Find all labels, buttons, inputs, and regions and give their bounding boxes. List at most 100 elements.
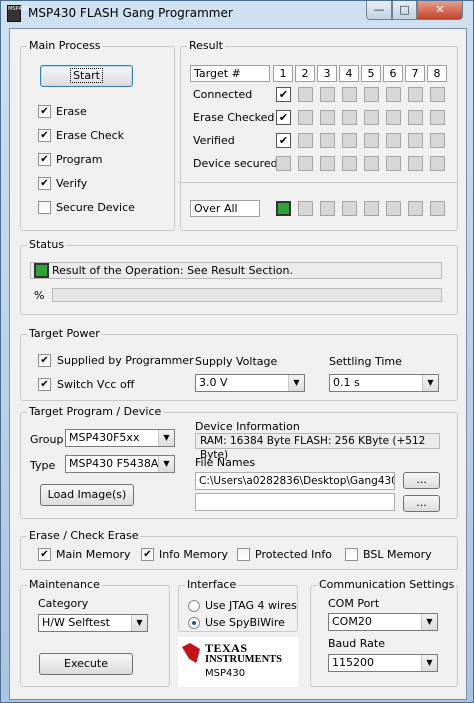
logo-line-2: INSTRUMENTS xyxy=(205,654,283,665)
maximize-icon: □ xyxy=(399,3,410,16)
chevron-down-icon: ▼ xyxy=(158,456,174,472)
app-window: MSP430 MSP430 FLASH Gang Programmer — □ … xyxy=(0,0,474,703)
chevron-down-icon: ▼ xyxy=(422,375,438,391)
result-cell xyxy=(430,156,445,171)
check-icon: ✔ xyxy=(40,178,49,189)
result-row-label: Connected xyxy=(193,88,253,101)
erase-check-option-checkbox[interactable]: ✔ xyxy=(141,548,154,561)
erase-check-option-checkbox[interactable]: ✔ xyxy=(38,548,51,561)
title-bar[interactable]: MSP430 MSP430 FLASH Gang Programmer — □ … xyxy=(1,1,473,27)
erase-check-option-checkbox[interactable] xyxy=(237,548,250,561)
file-name-2-input[interactable] xyxy=(195,493,395,511)
over-all-cell xyxy=(408,201,423,216)
switch-vcc-off-label: Switch Vcc off xyxy=(57,378,135,391)
main-process-option-checkbox[interactable] xyxy=(38,201,51,214)
over-all-cell xyxy=(430,201,445,216)
result-row-label: Verified xyxy=(193,134,235,147)
type-select[interactable]: MSP430 F5438A ▼ xyxy=(65,455,175,473)
progress-percent-label: % xyxy=(34,289,45,302)
check-icon: ✔ xyxy=(40,355,49,366)
main-process-title: Main Process xyxy=(27,39,103,52)
group-select[interactable]: MSP430F5xx ▼ xyxy=(65,429,175,447)
texas-instruments-logo: TEXAS INSTRUMENTS MSP430 xyxy=(178,637,298,687)
supply-voltage-select[interactable]: 3.0 V ▼ xyxy=(195,374,305,392)
minimize-icon: — xyxy=(373,3,385,16)
erase-check-option-checkbox[interactable] xyxy=(345,548,358,561)
close-button[interactable]: ✕ xyxy=(417,1,463,20)
jtag-radio[interactable] xyxy=(188,600,200,612)
chevron-down-icon: ▼ xyxy=(421,655,437,671)
ti-logo-icon xyxy=(182,643,200,663)
start-button[interactable]: Start xyxy=(40,65,133,87)
main-process-option-checkbox[interactable]: ✔ xyxy=(38,105,51,118)
result-row-label: Erase Checked xyxy=(193,111,275,124)
type-value: MSP430 F5438A xyxy=(69,457,159,470)
result-cell: ✔ xyxy=(276,87,291,102)
com-port-select[interactable]: COM20 ▼ xyxy=(328,613,438,631)
result-cell: ✔ xyxy=(276,133,291,148)
result-cell xyxy=(430,133,445,148)
file-names-label: File Names xyxy=(195,456,256,469)
result-cell xyxy=(364,87,379,102)
result-cell xyxy=(364,133,379,148)
status-message: Result of the Operation: See Result Sect… xyxy=(52,264,293,277)
over-all-cell xyxy=(364,201,379,216)
erase-check-option-label: BSL Memory xyxy=(363,548,432,561)
jtag-label: Use JTAG 4 wires xyxy=(205,599,297,612)
result-cell xyxy=(320,156,335,171)
target-number: 4 xyxy=(339,65,359,82)
target-number: 5 xyxy=(361,65,381,82)
switch-vcc-off-checkbox[interactable]: ✔ xyxy=(38,378,51,391)
result-cell xyxy=(408,110,423,125)
main-process-option-label: Verify xyxy=(56,177,88,190)
browse-file-1-button[interactable]: ... xyxy=(403,472,440,489)
result-cell xyxy=(386,110,401,125)
supplied-by-programmer-checkbox[interactable]: ✔ xyxy=(38,354,51,367)
result-title: Result xyxy=(187,39,225,52)
main-process-option-checkbox[interactable]: ✔ xyxy=(38,177,51,190)
result-cell xyxy=(408,133,423,148)
execute-button[interactable]: Execute xyxy=(39,653,133,675)
baud-rate-value: 115200 xyxy=(332,656,374,669)
status-pass-indicator xyxy=(34,263,49,278)
erase-check-option-label: Main Memory xyxy=(56,548,131,561)
interface-title: Interface xyxy=(185,578,239,591)
maximize-button[interactable]: □ xyxy=(392,1,417,20)
result-cell xyxy=(430,87,445,102)
group-value: MSP430F5xx xyxy=(69,431,140,444)
target-number: 8 xyxy=(427,65,447,82)
result-row-label: Device secured xyxy=(193,157,278,170)
result-cell xyxy=(386,87,401,102)
minimize-button[interactable]: — xyxy=(366,1,392,20)
target-number: 2 xyxy=(295,65,315,82)
result-cell xyxy=(430,110,445,125)
result-cell xyxy=(342,87,357,102)
file-name-1-input[interactable]: C:\Users\a0282836\Desktop\Gang430\ xyxy=(195,472,395,490)
target-number: 1 xyxy=(273,65,293,82)
spybiwire-radio[interactable] xyxy=(188,617,200,629)
chevron-down-icon: ▼ xyxy=(158,430,174,446)
window-title: MSP430 FLASH Gang Programmer xyxy=(28,6,233,20)
check-icon: ✔ xyxy=(40,106,49,117)
over-all-cell xyxy=(342,201,357,216)
baud-rate-select[interactable]: 115200 ▼ xyxy=(328,654,438,672)
check-icon: ✔ xyxy=(40,379,49,390)
check-icon: ✔ xyxy=(278,111,289,124)
supply-voltage-label: Supply Voltage xyxy=(195,355,278,368)
over-all-cell xyxy=(386,201,401,216)
load-images-button[interactable]: Load Image(s) xyxy=(40,484,134,506)
baud-rate-label: Baud Rate xyxy=(328,637,385,650)
result-cell xyxy=(320,110,335,125)
check-icon: ✔ xyxy=(143,549,152,560)
settling-time-select[interactable]: 0.1 s ▼ xyxy=(329,374,439,392)
main-process-option-checkbox[interactable]: ✔ xyxy=(38,153,51,166)
category-select[interactable]: H/W Selftest ▼ xyxy=(38,614,148,632)
result-cell xyxy=(320,87,335,102)
chevron-down-icon: ▼ xyxy=(131,615,147,631)
result-cell xyxy=(342,110,357,125)
result-cell xyxy=(364,110,379,125)
main-process-option-checkbox[interactable]: ✔ xyxy=(38,129,51,142)
browse-file-2-button[interactable]: ... xyxy=(403,495,440,512)
status-group: Status xyxy=(20,238,458,315)
result-cell xyxy=(298,87,313,102)
